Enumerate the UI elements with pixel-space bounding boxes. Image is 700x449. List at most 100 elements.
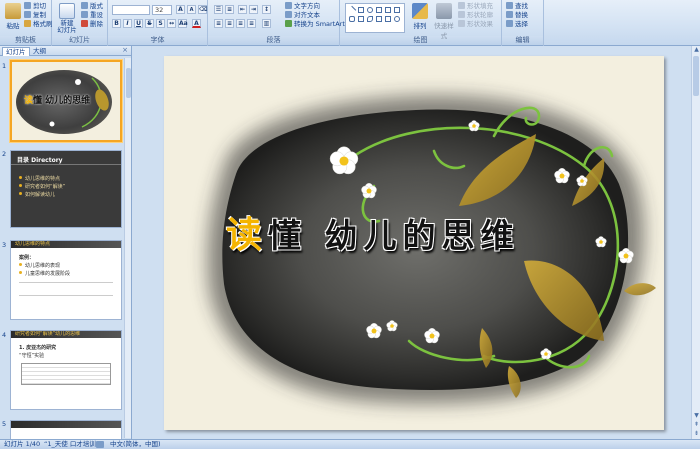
paste-icon: [5, 3, 21, 19]
bold-button[interactable]: B: [112, 19, 121, 28]
align-text-button[interactable]: 对齐文本: [285, 11, 320, 20]
slide-thumbnail-3[interactable]: 幼儿思维的特点 案例： 幼儿思维的表现 儿童思维的发展阶段: [10, 240, 122, 320]
thumb-number: 1: [2, 62, 7, 70]
brace-shape-icon[interactable]: [358, 16, 364, 22]
line-spacing-button[interactable]: ↕: [262, 5, 271, 14]
callout-shape-icon[interactable]: [385, 16, 391, 22]
slide-scroll-thumb[interactable]: [693, 56, 699, 96]
text-direction-icon: [285, 2, 292, 9]
numbering-button[interactable]: ≡: [225, 5, 234, 14]
star-shape-icon[interactable]: [394, 7, 400, 13]
font-color-button[interactable]: A: [192, 19, 201, 28]
select-button[interactable]: 选择: [506, 20, 528, 29]
increase-indent-button[interactable]: ⇥: [249, 5, 258, 14]
heart-shape-icon[interactable]: [376, 16, 382, 22]
align-right-button[interactable]: ≡: [236, 19, 245, 28]
flower-icon: [366, 323, 382, 339]
rectangle-shape-icon[interactable]: [358, 7, 364, 13]
cut-button[interactable]: 剪切: [24, 2, 46, 11]
justify-button[interactable]: ≡: [247, 19, 256, 28]
flower-icon: [595, 236, 607, 248]
flower-icon: [554, 168, 570, 184]
text-direction-button[interactable]: 文字方向: [285, 2, 320, 11]
flower-icon: [540, 348, 552, 360]
arrange-icon: [412, 3, 428, 19]
format-painter-button[interactable]: 格式刷: [24, 20, 53, 29]
scroll-up-icon[interactable]: ▲: [693, 46, 700, 54]
quick-styles-icon: [436, 3, 452, 19]
bullets-button[interactable]: ☰: [214, 5, 223, 14]
replace-icon: [506, 11, 513, 18]
thumb-1-title: 读懂 幼儿的思维: [24, 96, 91, 106]
new-slide-icon: [59, 3, 75, 19]
shape-fill-button[interactable]: 形状填充: [458, 2, 493, 11]
slide-canvas[interactable]: 读懂 幼儿的思维: [164, 56, 664, 430]
thumb-3-item: 儿童思维的发展阶段: [11, 270, 121, 278]
close-panel-icon[interactable]: ×: [122, 46, 128, 54]
moon-shape-icon[interactable]: [394, 16, 400, 22]
slide-thumbnail-4[interactable]: 研究者如何“解读”幼儿的思维 1. 皮亚杰的研究 “守恒”实验: [10, 330, 122, 410]
flower-icon: [576, 175, 588, 187]
cursor-icon: [506, 20, 513, 27]
slide-scrollbar[interactable]: ▲ ▼ ⇞ ⇟: [691, 46, 700, 439]
shadow-button[interactable]: S: [156, 19, 165, 28]
thumb-number: 5: [2, 420, 7, 428]
tab-outline[interactable]: 大纲: [30, 47, 49, 56]
reset-button[interactable]: 重设: [81, 11, 103, 20]
font-size-box[interactable]: 32: [152, 5, 172, 15]
columns-button[interactable]: ▥: [262, 19, 271, 28]
clipboard-group: 粘贴 剪切 复制 格式刷 剪贴板: [0, 0, 53, 46]
flower-icon: [618, 248, 634, 264]
next-slide-icon[interactable]: ⇟: [693, 430, 700, 438]
panel-scrollbar[interactable]: [124, 58, 131, 438]
curve-shape-icon[interactable]: [367, 16, 373, 22]
slide-thumbnail-1[interactable]: 读懂 幼儿的思维: [10, 60, 122, 142]
paste-button[interactable]: 粘贴: [3, 3, 23, 30]
change-case-button[interactable]: Aa: [178, 19, 188, 28]
convert-smartart-button[interactable]: 转换为 SmartArt: [285, 20, 345, 29]
slides-group: 新建 幻灯片 版式 重设 删除 幻灯片: [52, 0, 108, 46]
delete-icon: [81, 20, 88, 27]
line-shape-icon[interactable]: [347, 5, 357, 15]
strikethrough-button[interactable]: S: [145, 19, 154, 28]
grow-font-button[interactable]: A: [176, 5, 185, 14]
decrease-indent-button[interactable]: ⇤: [238, 5, 247, 14]
tab-slides[interactable]: 幻灯片: [2, 47, 30, 56]
new-slide-button[interactable]: 新建 幻灯片: [55, 3, 79, 34]
slide-thumbnail-5[interactable]: [10, 420, 122, 440]
triangle-shape-icon[interactable]: [376, 7, 382, 13]
thumb-2-item: 幼儿思维的特点: [11, 175, 121, 183]
slide-thumbnail-2[interactable]: 目录 Directory 幼儿思维的特点 研究者如何“解读” 如何解读幼儿: [10, 150, 122, 228]
quick-styles-button[interactable]: 快速样式: [432, 3, 456, 40]
thumb-4-heading: 1. 皮亚杰的研究: [19, 345, 57, 351]
layout-button[interactable]: 版式: [81, 2, 103, 11]
rounded-rect-shape-icon[interactable]: [349, 16, 355, 22]
clear-format-button[interactable]: ⌫: [198, 5, 207, 14]
flower-icon: [329, 146, 359, 175]
panel-scroll-thumb[interactable]: [126, 68, 131, 98]
replace-button[interactable]: 替换: [506, 11, 528, 20]
slide-title[interactable]: 读懂 幼儿的思维: [226, 206, 520, 258]
shape-effects-button[interactable]: 形状效果: [458, 20, 493, 29]
smartart-icon: [285, 20, 292, 27]
spellcheck-icon[interactable]: [96, 441, 104, 448]
copy-button[interactable]: 复制: [24, 11, 46, 20]
align-center-button[interactable]: ≡: [225, 19, 234, 28]
find-button[interactable]: 查找: [506, 2, 528, 11]
prev-slide-icon[interactable]: ⇞: [693, 421, 700, 429]
align-left-button[interactable]: ≡: [214, 19, 223, 28]
arrange-button[interactable]: 排列: [410, 3, 430, 30]
delete-slide-button[interactable]: 删除: [81, 20, 103, 29]
clipboard-group-label: 剪贴板: [0, 36, 51, 45]
shape-outline-button[interactable]: 形状轮廓: [458, 11, 493, 20]
underline-button[interactable]: U: [134, 19, 143, 28]
italic-button[interactable]: I: [123, 19, 132, 28]
shapes-gallery[interactable]: [345, 3, 405, 33]
shrink-font-button[interactable]: A: [187, 5, 196, 14]
font-name-box[interactable]: [112, 5, 150, 15]
oval-shape-icon[interactable]: [367, 7, 373, 13]
arrow-shape-icon[interactable]: [385, 7, 391, 13]
scroll-down-icon[interactable]: ▼: [693, 412, 700, 420]
spacing-button[interactable]: ↔: [167, 19, 176, 28]
fill-bucket-icon: [458, 2, 465, 9]
